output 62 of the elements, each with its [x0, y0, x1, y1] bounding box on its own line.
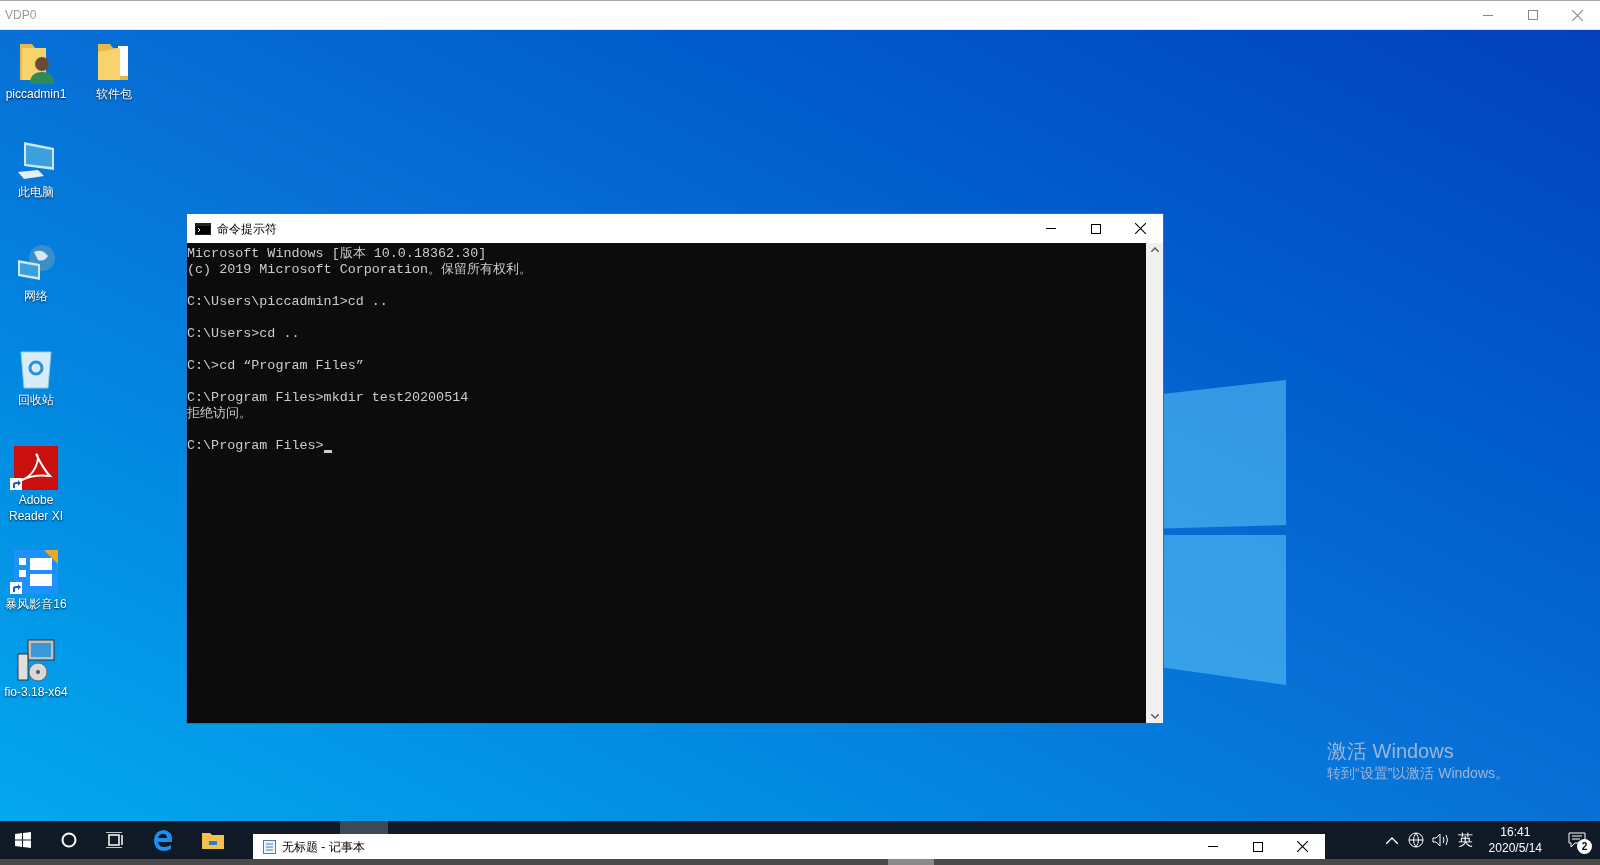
search-circle-icon	[61, 832, 77, 848]
scroll-up-icon[interactable]	[1150, 247, 1159, 252]
minimize-icon	[1207, 846, 1218, 847]
notification-count-badge: 2	[1577, 839, 1592, 854]
console-line: 拒绝访问。	[187, 406, 252, 422]
browser-e-icon	[152, 829, 174, 851]
scroll-thumb[interactable]	[888, 859, 934, 865]
icon-label: 网络	[24, 288, 48, 304]
desktop-shortcut[interactable]: 此电脑	[0, 136, 72, 202]
scroll-down-icon[interactable]	[1150, 714, 1159, 719]
close-icon	[1135, 223, 1146, 234]
console-icon	[195, 222, 211, 235]
icon-label: Adobe Reader XI	[8, 492, 64, 524]
clock-time: 16:41	[1500, 824, 1531, 840]
console-line: C:\Program Files>mkdir test20200514	[187, 390, 469, 406]
console-line: C:\Users>cd ..	[187, 326, 300, 342]
close-icon	[1297, 841, 1308, 852]
minimize-icon	[1482, 14, 1493, 16]
network-globe-icon[interactable]	[1407, 832, 1424, 848]
desktop-shortcut[interactable]: 回收站	[0, 344, 72, 410]
minimize-icon	[1045, 228, 1056, 229]
speaker-icon[interactable]	[1431, 833, 1450, 847]
console-line: C:\Users\piccadmin1>cd ..	[187, 294, 388, 310]
clock-date: 2020/5/14	[1488, 840, 1542, 856]
close-icon	[1572, 9, 1583, 21]
message-icon	[1568, 832, 1586, 848]
window-title: VDP0	[4, 7, 37, 24]
icon-label: piccadmin1	[5, 86, 67, 102]
console-line: Microsoft Windows [版本 10.0.18362.30]	[187, 246, 487, 262]
window-title: 无标题 - 记事本	[282, 838, 365, 856]
maximize-icon	[1090, 223, 1101, 234]
clock[interactable]: 16:41 2020/5/14	[1476, 824, 1554, 856]
maximize-icon	[1527, 10, 1538, 20]
console-line: (c) 2019 Microsoft Corporation。保留所有权利。	[187, 262, 533, 278]
icon-label: 此电脑	[18, 184, 54, 200]
console-line: C:\>cd “Program Files”	[187, 358, 364, 374]
desktop-shortcut[interactable]: 软件包	[78, 38, 150, 104]
desktop-shortcut[interactable]: 暴风影音16	[0, 548, 72, 614]
chevron-up-icon[interactable]	[1385, 836, 1398, 844]
folder-icon	[202, 831, 224, 849]
icon-label: 软件包	[96, 86, 132, 102]
pdf-reader-icon	[14, 446, 58, 490]
desktop-shortcut[interactable]: Adobe Reader XI	[0, 444, 72, 526]
desktop-shortcut[interactable]: 网络	[0, 240, 72, 306]
console-line: C:\Program Files>	[187, 438, 324, 454]
icon-label: 暴风影音16	[5, 596, 67, 612]
notification-button[interactable]: 2	[1554, 821, 1600, 859]
installer-computer-icon	[14, 638, 58, 682]
notepad-icon	[263, 839, 276, 854]
activation-message: 转到“设置”以激活 Windows。	[1327, 764, 1509, 783]
activation-title: 激活 Windows	[1327, 739, 1455, 763]
windows-start-icon	[15, 832, 31, 848]
taskbar-active-indicator	[340, 821, 388, 835]
icon-label: 回收站	[18, 392, 54, 408]
task-view-icon	[106, 832, 124, 848]
maximize-icon	[1252, 841, 1263, 852]
desktop-shortcut[interactable]: fio-3.18-x64	[0, 636, 72, 702]
window-title: 命令提示符	[217, 220, 277, 238]
video-player-icon	[14, 550, 58, 594]
input-language-indicator[interactable]: 英	[1457, 828, 1473, 852]
icon-label: fio-3.18-x64	[4, 684, 68, 700]
desktop-shortcut[interactable]: piccadmin1	[0, 38, 72, 104]
